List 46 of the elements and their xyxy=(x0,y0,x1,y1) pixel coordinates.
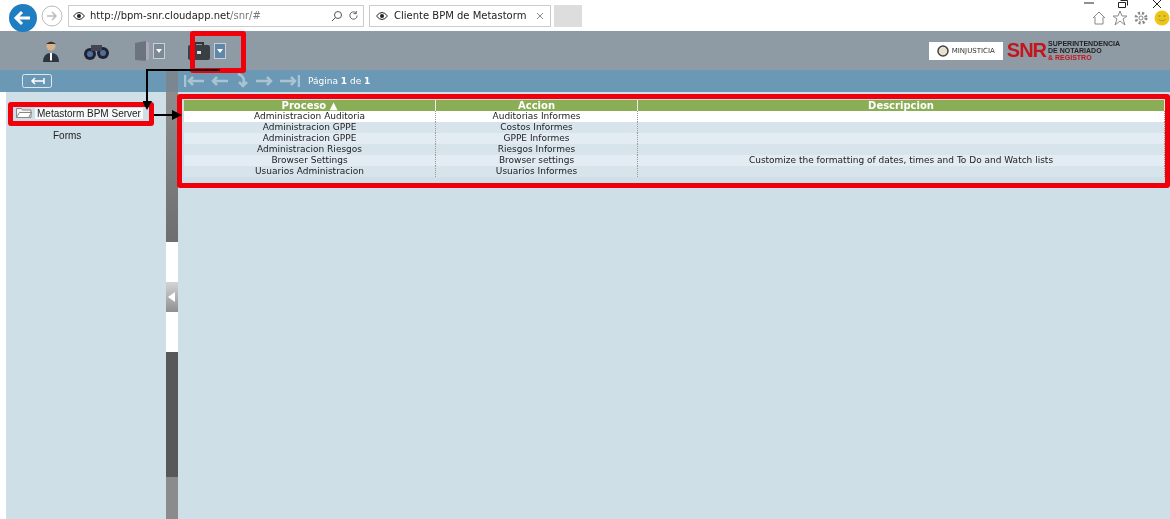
table-cell: Administracion Auditoria xyxy=(254,111,365,121)
home-icon[interactable] xyxy=(1091,10,1107,26)
eye-icon xyxy=(73,11,85,20)
left-arrow-icon xyxy=(168,292,176,302)
table-cell: Administracion GPPE xyxy=(262,122,357,132)
caret-icon xyxy=(156,47,162,54)
table-cell: Usuarios Administracion xyxy=(255,166,364,176)
tree-item[interactable]: Forms xyxy=(51,129,84,141)
tree-item[interactable]: Metastorm BPM Server xyxy=(35,107,143,119)
refresh-icon[interactable] xyxy=(348,10,359,21)
exit-icon[interactable] xyxy=(22,74,52,88)
highlight-frame xyxy=(190,31,246,73)
table-row[interactable]: Administracion Auditoria Auditorias Informes xyxy=(184,111,1165,122)
user-icon[interactable] xyxy=(42,39,60,62)
search-icon[interactable] xyxy=(331,9,343,22)
table-row[interactable]: Usuarios Administracion Usuarios Informes xyxy=(184,166,1165,177)
minimize-icon[interactable] xyxy=(1084,0,1094,6)
table-cell: Usuarios Informes xyxy=(495,166,578,176)
table-cell: Browser settings xyxy=(498,155,575,165)
caret-icon xyxy=(217,47,223,54)
page-indicator: Página 1 de 1 xyxy=(308,76,371,86)
table-cell: GPPE Informes xyxy=(503,133,570,143)
table-cell: Administracion GPPE xyxy=(262,133,357,143)
close-icon[interactable] xyxy=(1152,0,1162,8)
dropdown-button[interactable] xyxy=(153,42,165,59)
table-cell: Riesgos Informes xyxy=(497,144,576,154)
address-bar[interactable]: http://bpm-snr.cloudapp.net/snr/# xyxy=(68,4,364,27)
back-button[interactable] xyxy=(8,2,38,33)
table-cell: Administracion Riesgos xyxy=(257,144,362,154)
table-row[interactable]: Administracion Riesgos Riesgos Informes xyxy=(184,144,1165,155)
table-cell: Costos Informes xyxy=(500,122,573,132)
forward-button[interactable] xyxy=(41,4,63,27)
eye-icon xyxy=(376,11,388,20)
table-cell: Auditorias Informes xyxy=(492,111,581,121)
browser-tab[interactable]: Cliente BPM de Metastorm xyxy=(369,4,551,27)
table-row[interactable]: Browser Settings Browser settings Customize the formatting of dates, times and To Do and Watch lists xyxy=(184,155,1165,166)
table-row[interactable]: Administracion GPPE GPPE Informes xyxy=(184,133,1165,144)
url-text: http://bpm-snr.cloudapp.net/snr/# xyxy=(90,10,261,21)
star-icon[interactable] xyxy=(1112,10,1128,26)
table-cell: Browser Settings xyxy=(271,155,348,165)
dropdown-button[interactable] xyxy=(214,42,226,59)
document-icon[interactable] xyxy=(134,39,150,62)
restore-icon[interactable] xyxy=(1118,0,1128,8)
table-cell: Customize the formatting of dates, times and To Do and Watch lists xyxy=(748,155,1054,165)
table-row[interactable]: Administracion GPPE Costos Informes xyxy=(184,122,1165,133)
collapse-button[interactable] xyxy=(166,282,178,312)
